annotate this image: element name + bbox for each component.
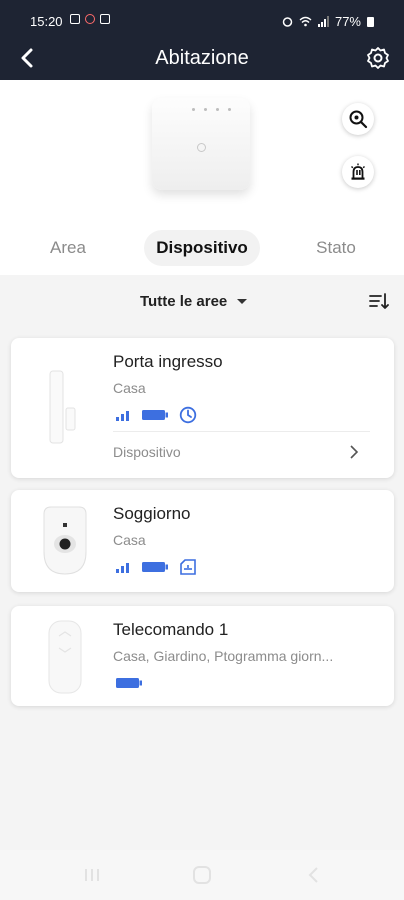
device-card-telecomando-1[interactable]: Telecomando 1 Casa, Giardino, Ptogramma … <box>11 606 394 706</box>
status-bar: 15:20 77% <box>0 0 404 42</box>
hub-led <box>228 108 231 111</box>
device-status-icons <box>115 406 197 424</box>
signal-icon <box>116 563 129 573</box>
hub-device-image <box>152 98 250 190</box>
device-type-label: Dispositivo <box>113 444 181 460</box>
recent-apps-icon[interactable] <box>80 863 104 887</box>
remote-control-image <box>48 620 82 694</box>
alarm-siren-button[interactable] <box>342 156 374 188</box>
card-divider <box>113 431 370 432</box>
area-filter-dropdown[interactable]: Tutte le aree <box>140 293 248 310</box>
hub-led <box>192 108 195 111</box>
clock-icon <box>179 406 197 424</box>
header: Abitazione <box>0 38 404 80</box>
device-name: Soggiorno <box>113 504 191 523</box>
top-bar: 15:20 77% Abitazione <box>0 0 404 80</box>
battery-icon <box>367 16 374 27</box>
clock-icon <box>85 14 95 24</box>
tab-area[interactable]: Area <box>36 230 100 266</box>
signal-icon <box>317 16 329 27</box>
battery-icon <box>116 678 142 688</box>
home-icon[interactable] <box>190 863 214 887</box>
photo-icon <box>70 14 80 24</box>
device-card-soggiorno[interactable]: Soggiorno Casa <box>11 490 394 592</box>
tamper-icon <box>180 559 196 575</box>
search-device-button[interactable] <box>342 103 374 135</box>
device-area: Casa, Giardino, Ptogramma giorn... <box>113 648 334 664</box>
system-nav-bar <box>0 850 404 900</box>
back-icon[interactable] <box>302 863 326 887</box>
device-area: Casa <box>113 380 146 396</box>
view-tabs: Area Dispositivo Stato <box>0 230 404 270</box>
notification-icons <box>70 14 110 24</box>
device-card-porta-ingresso[interactable]: Porta ingresso Casa Dispositivo <box>11 338 394 478</box>
gear-icon[interactable] <box>364 44 392 72</box>
alarm-siren-icon <box>351 163 365 180</box>
camera-motion-sensor-image <box>43 506 87 575</box>
chevron-down-icon <box>237 299 248 304</box>
battery-percentage: 77% <box>334 14 361 29</box>
mail-icon <box>100 14 110 24</box>
hub-led <box>204 108 207 111</box>
chevron-right-icon[interactable] <box>346 444 362 460</box>
hub-panel: Area Dispositivo Stato <box>0 80 404 275</box>
device-name: Porta ingresso <box>113 352 223 371</box>
battery-icon <box>142 562 168 572</box>
status-time: 15:20 <box>30 14 63 29</box>
tab-stato[interactable]: Stato <box>304 230 368 266</box>
alarm-icon <box>282 17 293 27</box>
battery-icon <box>142 410 168 420</box>
search-device-icon <box>349 110 368 129</box>
device-status-icons <box>115 558 197 576</box>
door-sensor-image <box>49 370 76 444</box>
signal-icon <box>116 411 129 421</box>
page-title: Abitazione <box>155 47 249 69</box>
wifi-icon <box>299 16 312 27</box>
system-indicators: 77% <box>282 14 374 29</box>
sort-list-icon[interactable] <box>368 291 390 313</box>
device-status-icons <box>115 676 143 690</box>
hub-button <box>197 143 206 152</box>
area-filter-label: Tutte le aree <box>140 293 228 310</box>
hub-led <box>216 108 219 111</box>
device-name: Telecomando 1 <box>113 620 229 639</box>
hub-leds <box>192 108 231 111</box>
device-area: Casa <box>113 532 146 548</box>
tab-dispositivo[interactable]: Dispositivo <box>144 230 260 266</box>
